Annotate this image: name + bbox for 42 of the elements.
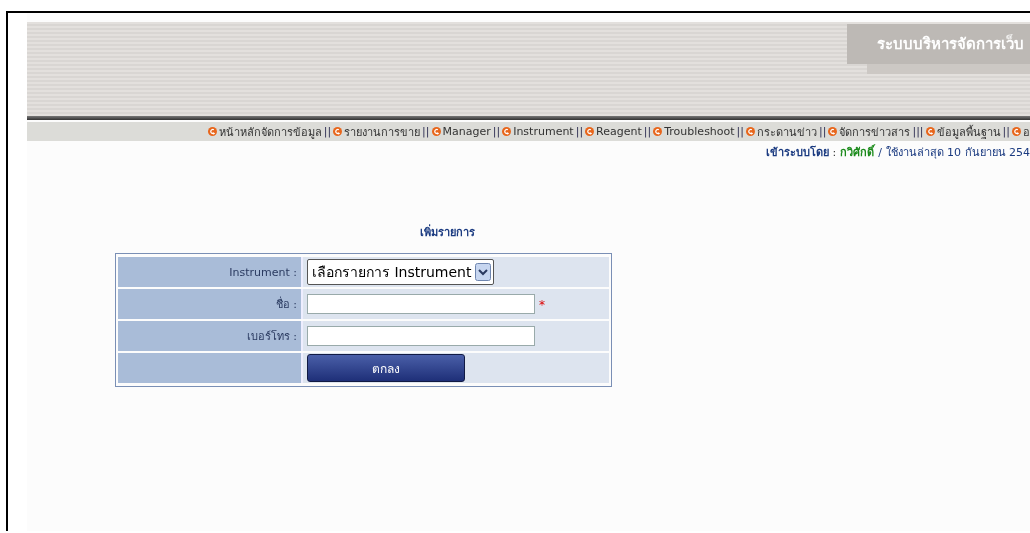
nav-separator: ||: [575, 125, 584, 138]
arrow-icon: [333, 127, 343, 136]
nav-separator: ||: [819, 125, 827, 138]
arrow-icon: [585, 127, 595, 136]
arrow-icon: [653, 127, 663, 136]
nav-separator: ||: [323, 125, 332, 138]
nav-separator: |||: [912, 125, 924, 138]
user-name: กวิศักดิ์: [840, 146, 875, 159]
nav-link[interactable]: Reagent: [585, 125, 642, 138]
nav-separator: ||: [643, 125, 652, 138]
login-separator: :: [832, 146, 837, 159]
nav-link[interactable]: อ: [1012, 122, 1030, 141]
nav-separator: ||: [736, 125, 745, 138]
nav-link[interactable]: กระดานข่าว: [746, 122, 818, 141]
submit-button[interactable]: ตกลง: [307, 354, 465, 382]
login-label: เข้าระบบโดย: [765, 146, 829, 159]
nav-separator: ||: [422, 125, 430, 138]
nav-link[interactable]: Instrument: [502, 125, 574, 138]
nav-link[interactable]: รายงานการขาย: [333, 122, 421, 141]
arrow-icon: [746, 127, 756, 136]
arrow-icon: [828, 127, 838, 136]
nav-link[interactable]: Manager: [431, 125, 491, 138]
arrow-icon: [431, 127, 441, 136]
arrow-icon: [925, 127, 935, 136]
nav-separator: ||: [492, 125, 501, 138]
last-login-text: / ใช้งานล่าสุด 10 กันยายน 254: [878, 146, 1030, 159]
instrument-dropdown[interactable]: เลือกรายการ Instrument: [307, 259, 495, 285]
required-mark: *: [539, 297, 545, 312]
arrow-icon: [1012, 127, 1021, 136]
nav-separator: ||: [1002, 125, 1010, 138]
field-label: Instrument :: [229, 265, 297, 279]
field-label: ชื่อ :: [275, 298, 297, 311]
nav-link[interactable]: หน้าหลักจัดการข้อมูล: [207, 122, 322, 141]
nav-link[interactable]: ข้อมูลพื้นฐาน: [925, 122, 1001, 141]
nav-link[interactable]: Troubleshoot: [653, 125, 735, 138]
arrow-icon: [207, 127, 217, 136]
field-label: เบอร์โทร :: [246, 330, 297, 343]
form-title: เพิ่มรายการ: [418, 223, 476, 241]
nav-link[interactable]: จัดการข่าวสาร: [828, 122, 911, 141]
text-field[interactable]: [307, 326, 535, 347]
arrow-icon: [502, 127, 512, 136]
text-field[interactable]: [307, 294, 535, 315]
